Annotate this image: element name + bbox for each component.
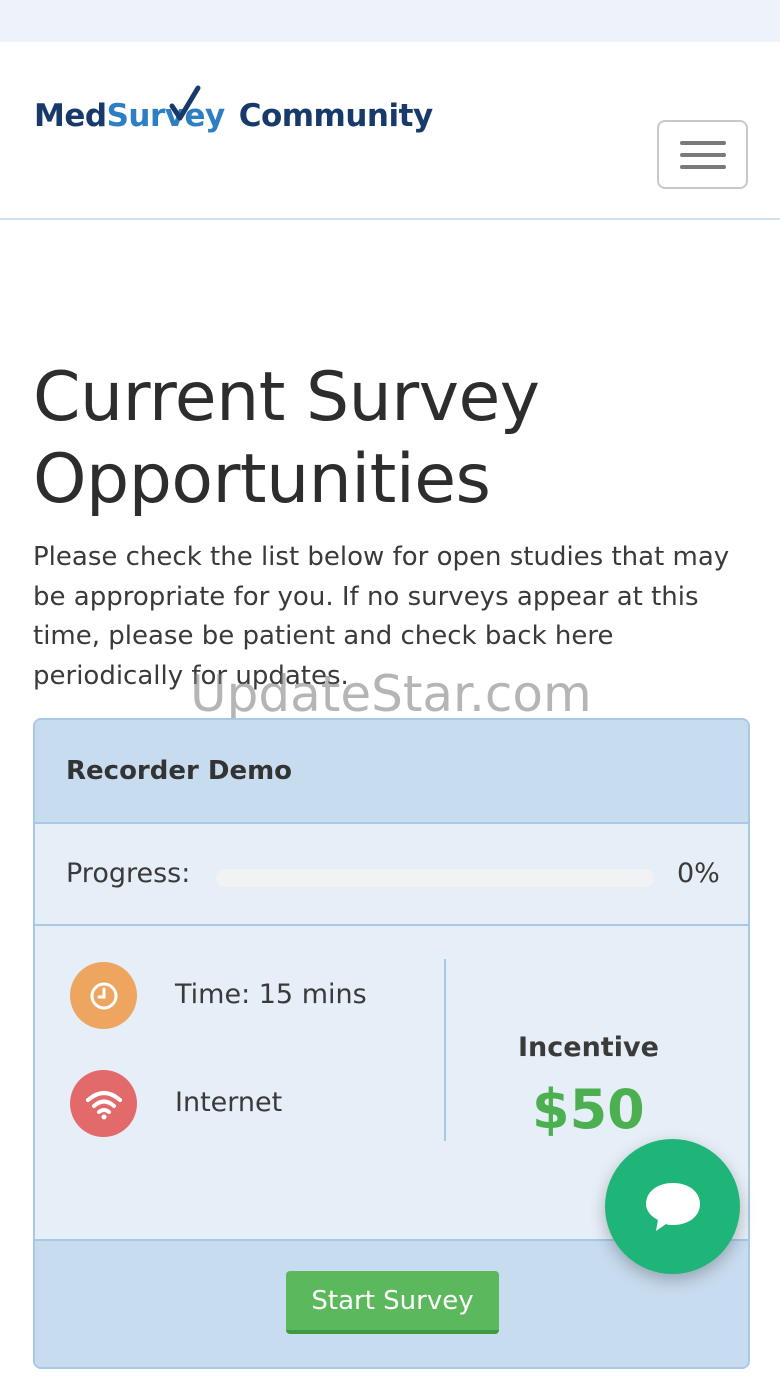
logo-text-med: Med [34,98,107,134]
progress-percent: 0% [677,858,720,889]
info-divider [444,959,446,1141]
hamburger-icon [679,140,726,145]
wifi-icon-glyph [85,1090,122,1119]
survey-card-header: Recorder Demo [35,720,748,824]
logo-text-survey: Survey [106,98,226,134]
chat-bubble-icon [645,1182,700,1231]
start-survey-button[interactable]: Start Survey [286,1271,499,1334]
status-strip [0,0,780,42]
incentive-label: Incentive [518,1032,659,1063]
time-estimate: Time: 15 mins [175,979,367,1010]
incentive-amount: $50 [532,1078,645,1141]
menu-toggle-button[interactable] [657,120,748,189]
survey-mode: Internet [175,1087,283,1118]
clock-icon [70,962,137,1029]
hamburger-icon-bar [679,152,726,157]
progress-bar [216,869,654,887]
wifi-icon [70,1070,137,1137]
logo-check-icon [169,85,201,121]
survey-card: Recorder Demo Progress: 0% Time: 15 mins… [33,718,750,1369]
chat-launcher-button[interactable] [605,1139,740,1274]
progress-row: Progress: 0% [35,824,748,926]
progress-label: Progress: [66,858,191,889]
survey-name: Recorder Demo [66,756,293,786]
hamburger-icon-bar [679,164,726,169]
logo[interactable]: MedSurvey Community [34,85,433,134]
logo-text-community: Community [238,98,433,134]
page-title: Current Survey Opportunities [33,358,540,519]
watermark: UpdateStar.com [190,665,592,723]
clock-icon-glyph [90,982,117,1009]
